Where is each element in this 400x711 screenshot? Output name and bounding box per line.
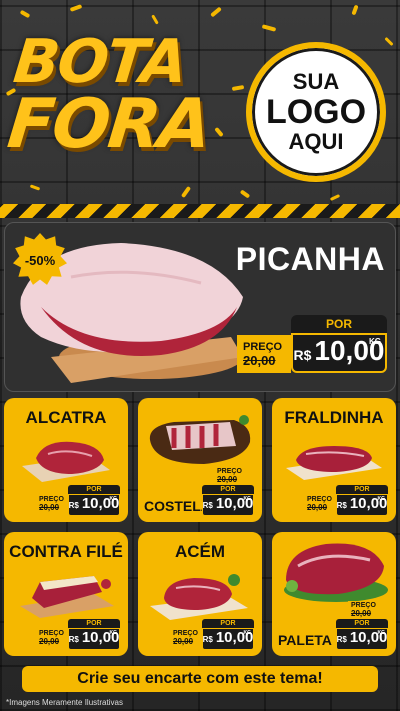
- old-price: 20,00: [351, 609, 372, 618]
- new-price-block: POR R$ 10,00 KG: [291, 315, 387, 373]
- new-price: R$ 10,00 KG: [336, 628, 388, 650]
- logo-line-3: AQUI: [288, 129, 344, 154]
- logo-placeholder: SUA LOGO AQUI: [246, 42, 386, 182]
- product-card-contra-file[interactable]: CONTRA FILÉ PREÇO 20,00 POR R$ 10,00 KG: [4, 532, 128, 656]
- old-price-block: PREÇO 20,00: [348, 601, 388, 619]
- new-price: R$ 10,00 KG: [202, 628, 254, 650]
- price-tag: PREÇO 20,00 POR R$ 10,00 KG: [202, 467, 254, 516]
- unit-label: KG: [377, 630, 386, 636]
- por-label: POR: [336, 485, 388, 494]
- product-card-paleta[interactable]: PALETA PREÇO 20,00 POR R$ 10,00 KG: [272, 532, 396, 656]
- old-price: 20,00: [39, 637, 60, 646]
- old-price: 20,00: [307, 503, 328, 512]
- new-price: R$ 10,00 KG: [202, 494, 254, 516]
- new-price-block: POR R$ 10,00 KG: [68, 485, 120, 516]
- new-price-block: POR R$ 10,00 KG: [336, 485, 388, 516]
- por-label: POR: [336, 619, 388, 628]
- currency-symbol: R$: [336, 635, 347, 644]
- product-card-alcatra[interactable]: ALCATRA PREÇO 20,00 POR R$ 10,00 KG: [4, 398, 128, 522]
- price-tag: PREÇO 20,00 POR R$ 10,00 KG: [336, 601, 388, 650]
- price-label: PREÇO: [173, 630, 198, 637]
- old-price-block: PREÇO 20,00: [170, 626, 202, 650]
- new-price-block: POR R$ 10,00 KG: [202, 485, 254, 516]
- currency-symbol: R$: [68, 635, 79, 644]
- price-label: PREÇO: [243, 340, 283, 353]
- unit-label: KG: [243, 496, 252, 502]
- hero-product-name: PICANHA: [235, 241, 385, 277]
- old-price: 20,00: [39, 503, 60, 512]
- acem-image: [150, 574, 248, 620]
- old-price-block: PREÇO 20,00: [304, 492, 336, 516]
- unit-label: KG: [109, 496, 118, 502]
- hazard-stripe-divider: [0, 204, 400, 218]
- currency-symbol: R$: [336, 501, 347, 510]
- old-price-block: PREÇO 20,00: [36, 626, 68, 650]
- new-price: R$ 10,00 KG: [291, 333, 387, 373]
- new-price: R$ 10,00 KG: [68, 494, 120, 516]
- product-name: ALCATRA: [25, 408, 107, 427]
- costela-image: [149, 415, 251, 464]
- por-label: POR: [68, 485, 120, 494]
- old-price: 20,00: [173, 637, 194, 646]
- product-name: CONTRA FILÉ: [9, 542, 123, 561]
- product-name: PALETA: [278, 632, 332, 648]
- alcatra-image: [22, 441, 110, 482]
- logo-line-1: SUA: [292, 69, 340, 94]
- title-line-1: BOTA: [10, 27, 190, 97]
- price-label: PREÇO: [217, 468, 242, 475]
- new-price-block: POR R$ 10,00 KG: [202, 619, 254, 650]
- logo-line-2: LOGO: [265, 93, 367, 131]
- fraldinha-image: [286, 446, 382, 480]
- price-tag: PREÇO 20,00 POR R$ 10,00 KG: [36, 619, 120, 650]
- title-line-2: FORA: [3, 85, 214, 164]
- product-name: COSTELA: [144, 498, 211, 514]
- price-tag: PREÇO 20,00 POR R$ 10,00 KG: [304, 485, 388, 516]
- hero-price-tag: PREÇO 20,00 POR R$ 10,00 KG: [237, 315, 387, 373]
- disclaimer-text: *Imagens Meramente Ilustrativas: [6, 698, 123, 707]
- contra-file-image: [20, 576, 114, 618]
- old-price: 20,00: [243, 352, 276, 368]
- hero-product-card[interactable]: -50% PICANHA PREÇO 20,00 POR R$ 10,00 KG: [4, 222, 396, 392]
- price-tag: PREÇO 20,00 POR R$ 10,00 KG: [36, 485, 120, 516]
- unit-label: KG: [109, 630, 118, 636]
- product-card-acem[interactable]: ACÉM PREÇO 20,00 POR R$ 10,00 KG: [138, 532, 262, 656]
- new-price-block: POR R$ 10,00 KG: [68, 619, 120, 650]
- old-price-block: PREÇO 20,00: [237, 335, 291, 373]
- currency-symbol: R$: [293, 347, 312, 363]
- old-price: 20,00: [217, 475, 238, 484]
- unit-label: KG: [377, 496, 386, 502]
- old-price-block: PREÇO 20,00: [214, 467, 254, 485]
- unit-label: KG: [369, 337, 381, 346]
- por-label: POR: [202, 485, 254, 494]
- por-label: POR: [291, 315, 387, 333]
- price-label: PREÇO: [39, 630, 64, 637]
- product-name: FRALDINHA: [284, 408, 384, 427]
- price-label: PREÇO: [307, 496, 332, 503]
- por-label: POR: [68, 619, 120, 628]
- price-label: PREÇO: [351, 602, 376, 609]
- cta-banner[interactable]: Crie seu encarte com este tema!: [22, 666, 378, 692]
- price-tag: PREÇO 20,00 POR R$ 10,00 KG: [170, 619, 254, 650]
- currency-symbol: R$: [68, 501, 79, 510]
- price-label: PREÇO: [39, 496, 64, 503]
- new-price: R$ 10,00 KG: [68, 628, 120, 650]
- product-name: ACÉM: [174, 542, 226, 561]
- new-price: R$ 10,00 KG: [336, 494, 388, 516]
- currency-symbol: R$: [202, 635, 213, 644]
- currency-symbol: R$: [202, 501, 213, 510]
- old-price-block: PREÇO 20,00: [36, 492, 68, 516]
- product-card-costela[interactable]: COSTELA PREÇO 20,00 POR R$ 10,00 KG: [138, 398, 262, 522]
- page-title: BOTA FORA: [4, 27, 214, 164]
- por-label: POR: [202, 619, 254, 628]
- new-price-block: POR R$ 10,00 KG: [336, 619, 388, 650]
- unit-label: KG: [243, 630, 252, 636]
- product-card-fraldinha[interactable]: FRALDINHA PREÇO 20,00 POR R$ 10,00 KG: [272, 398, 396, 522]
- paleta-image: [284, 543, 388, 602]
